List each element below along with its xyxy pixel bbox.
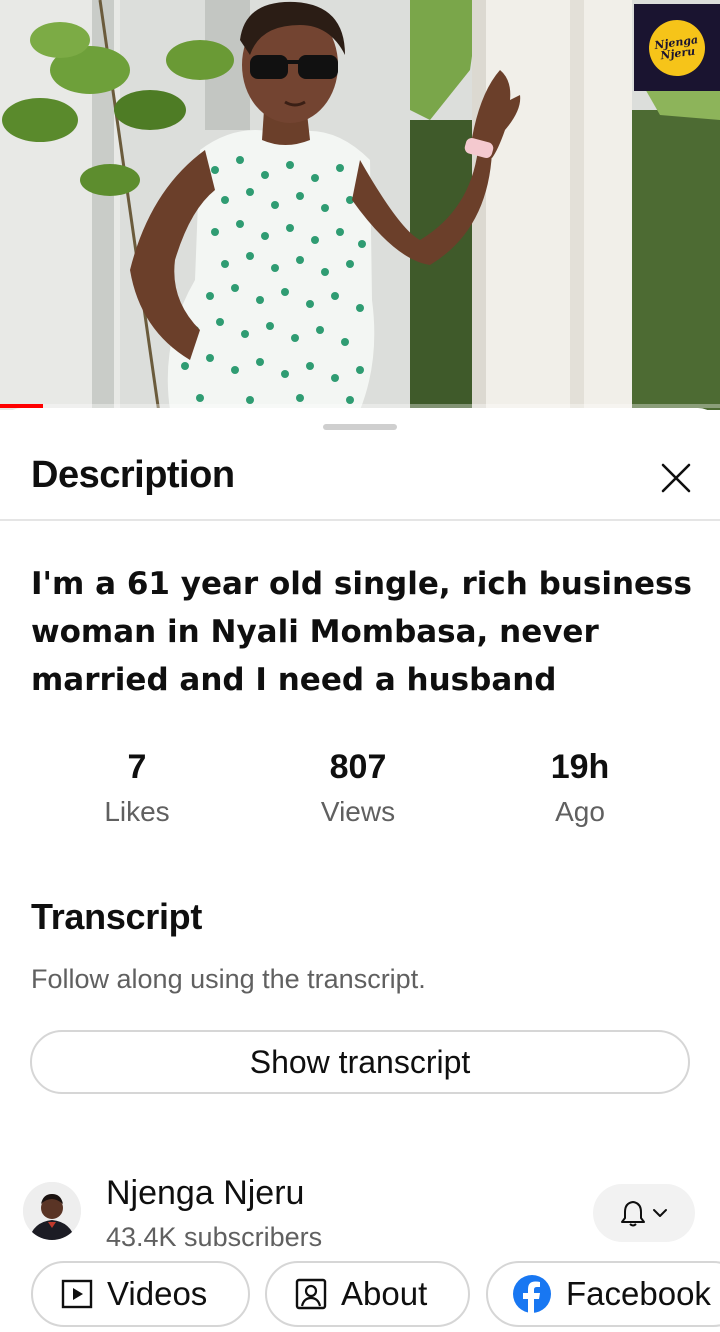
- about-chip-label: About: [341, 1275, 428, 1312]
- channel-watermark-logo: Njenga Njeru: [634, 4, 720, 91]
- avatar-image: [23, 1182, 81, 1240]
- channel-links: Videos About Facebook: [0, 1261, 720, 1327]
- views-stat: 807 Views: [258, 746, 458, 832]
- facebook-icon: [513, 1275, 551, 1314]
- chevron-down-icon: [653, 1209, 667, 1217]
- close-icon: [661, 463, 691, 493]
- logo-text: Njenga Njeru: [653, 32, 699, 62]
- header-divider: [0, 519, 720, 521]
- likes-label: Likes: [104, 796, 170, 827]
- transcript-subtitle: Follow along using the transcript.: [31, 964, 426, 994]
- transcript-heading: Transcript: [31, 896, 203, 937]
- channel-name[interactable]: Njenga Njeru: [106, 1174, 304, 1213]
- drag-handle[interactable]: [323, 424, 397, 430]
- show-transcript-button[interactable]: Show transcript: [30, 1030, 690, 1094]
- notification-bell-button[interactable]: [593, 1184, 695, 1242]
- video-stats: 7 Likes 807 Views 19h Ago: [0, 746, 720, 836]
- person-icon: [295, 1278, 327, 1310]
- likes-count: 7: [127, 748, 147, 786]
- subscriber-count: 43.4K subscribers: [106, 1222, 323, 1252]
- video-play-icon: [61, 1279, 93, 1309]
- video-title: I'm a 61 year old single, rich business …: [31, 566, 692, 698]
- videos-chip-label: Videos: [107, 1275, 208, 1312]
- views-label: Views: [320, 796, 396, 827]
- facebook-chip[interactable]: Facebook: [486, 1261, 720, 1327]
- about-chip[interactable]: About: [265, 1261, 470, 1327]
- age-label: Ago: [555, 796, 605, 827]
- sheet-title: Description: [31, 454, 235, 496]
- close-button[interactable]: [650, 452, 702, 504]
- video-player[interactable]: Njenga Njeru: [0, 0, 720, 410]
- facebook-chip-label: Facebook: [566, 1275, 711, 1312]
- bell-icon: [621, 1201, 645, 1227]
- likes-stat: 7 Likes: [37, 746, 237, 832]
- videos-chip[interactable]: Videos: [31, 1261, 250, 1327]
- views-count: 807: [329, 748, 387, 786]
- video-frame-image: [0, 0, 720, 410]
- channel-avatar[interactable]: [23, 1182, 81, 1240]
- age-value: 19h: [550, 748, 610, 786]
- age-stat: 19h Ago: [480, 746, 680, 832]
- description-sheet: Description I'm a 61 year old single, ri…: [0, 408, 720, 1332]
